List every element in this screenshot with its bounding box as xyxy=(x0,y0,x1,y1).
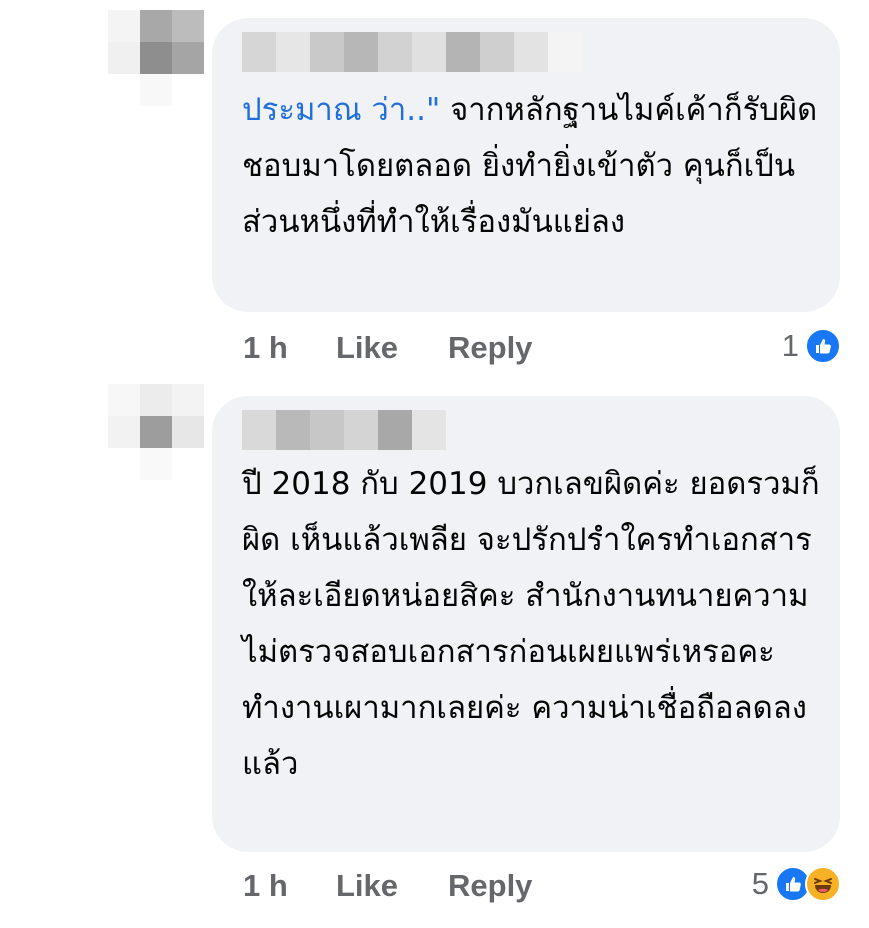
comment-bubble: ประมาณ ว่า.." จากหลักฐานไมค์เค้าก็รับผิด… xyxy=(212,18,840,312)
like-icon xyxy=(805,328,841,364)
haha-icon xyxy=(805,866,841,902)
avatar[interactable] xyxy=(108,384,204,480)
avatar[interactable] xyxy=(108,10,204,106)
comment-body: ปี 2018 กับ 2019 บวกเลขผิดค่ะ ยอดรวมก็ผิ… xyxy=(242,466,820,782)
reaction-count: 5 xyxy=(751,866,769,901)
like-button[interactable]: Like xyxy=(336,868,398,904)
comment-bubble: ปี 2018 กับ 2019 บวกเลขผิดค่ะ ยอดรวมก็ผิ… xyxy=(212,396,840,852)
reaction-count: 1 xyxy=(781,328,799,363)
quote-link[interactable]: ประมาณ ว่า.." xyxy=(242,92,440,128)
reactions[interactable]: 1 xyxy=(782,328,841,364)
like-button[interactable]: Like xyxy=(336,330,398,366)
reactions[interactable]: 5 xyxy=(752,866,841,902)
timestamp[interactable]: 1 h xyxy=(243,330,288,366)
reply-button[interactable]: Reply xyxy=(448,868,532,904)
comment-text: ประมาณ ว่า.." จากหลักฐานไมค์เค้าก็รับผิด… xyxy=(242,82,822,250)
author-name-redacted[interactable] xyxy=(242,32,582,72)
comment-actions: 1 h Like Reply 5 xyxy=(243,866,843,908)
comment-actions: 1 h Like Reply 1 xyxy=(243,328,843,370)
reply-button[interactable]: Reply xyxy=(448,330,532,366)
timestamp[interactable]: 1 h xyxy=(243,868,288,904)
author-name-redacted[interactable] xyxy=(242,410,446,450)
comment-text: ปี 2018 กับ 2019 บวกเลขผิดค่ะ ยอดรวมก็ผิ… xyxy=(242,456,822,792)
